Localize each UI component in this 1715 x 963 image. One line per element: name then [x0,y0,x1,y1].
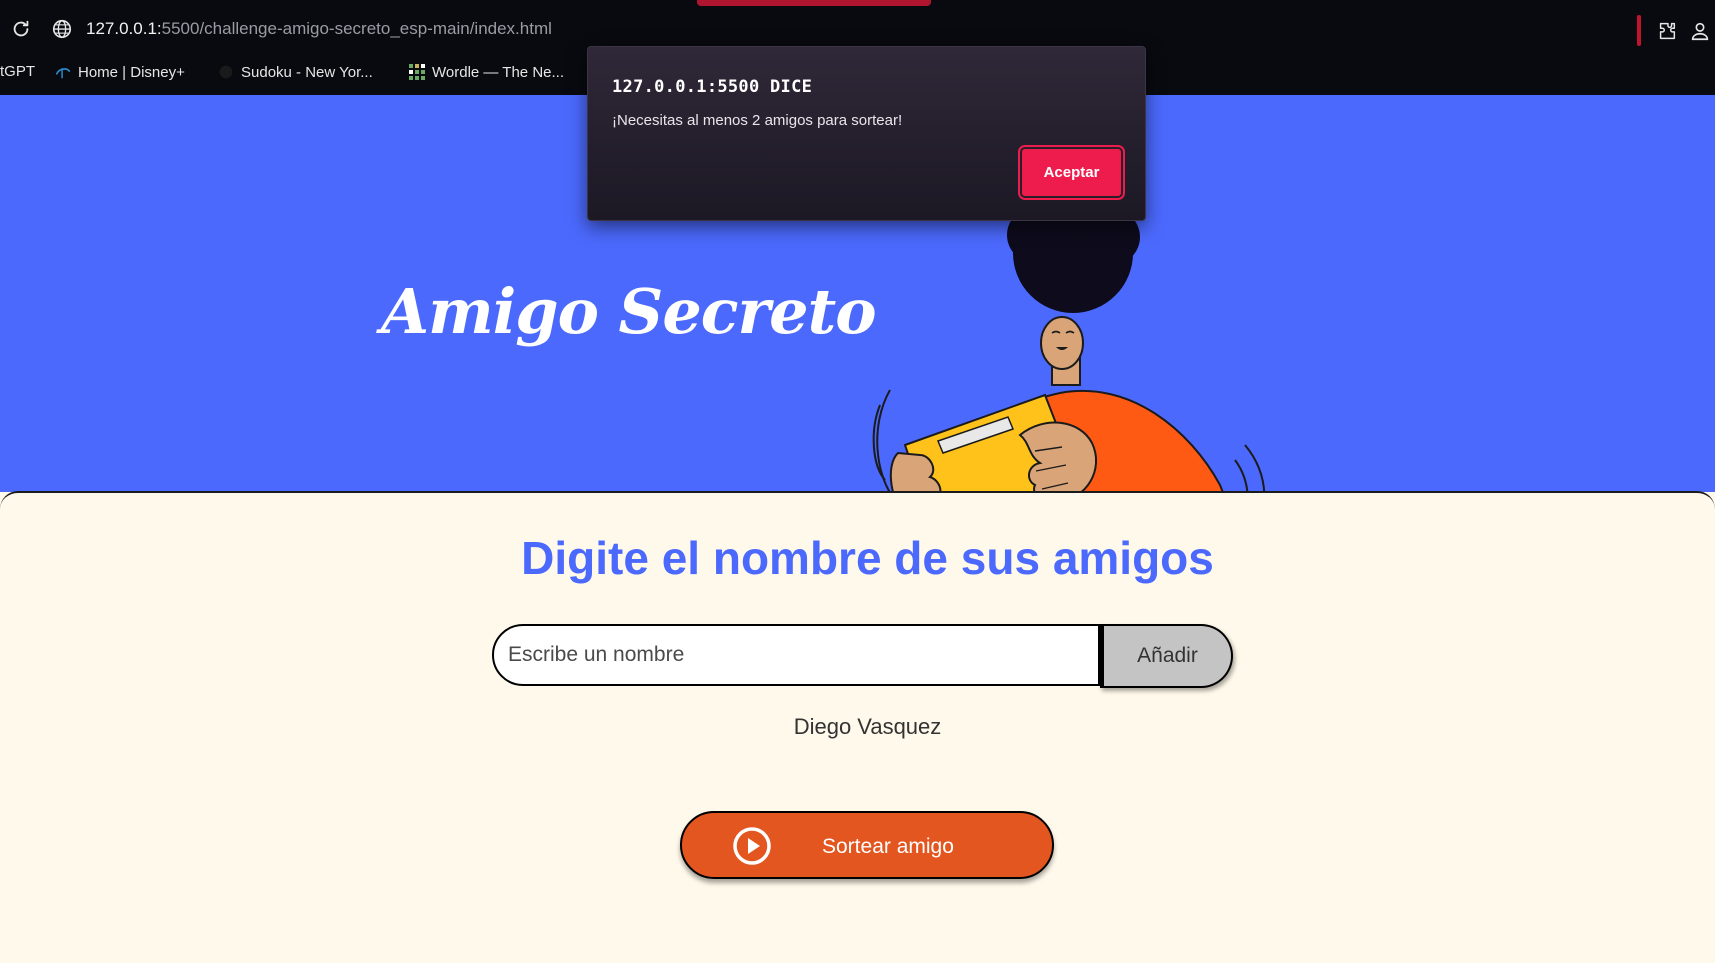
alert-dialog: 127.0.0.1:5500 DICE ¡Necesitas al menos … [587,46,1146,221]
friend-list: Diego Vasquez [0,714,1715,740]
play-icon [733,827,771,865]
accept-button[interactable]: Aceptar [1018,145,1125,200]
bookmark-label: Sudoku - New Yor... [241,63,373,81]
bookmark-label: tGPT [0,63,36,80]
extensions-puzzle-icon[interactable] [1656,20,1678,42]
friend-name-input[interactable] [492,624,1100,686]
bookmark-label: Wordle — The Ne... [432,63,564,81]
list-item: Diego Vasquez [793,714,942,739]
bookmark-chatgpt[interactable]: tGPT [0,63,35,80]
dialog-title: 127.0.0.1:5500 DICE [612,77,813,97]
site-info-icon[interactable] [51,18,73,40]
draw-friend-button[interactable]: Sortear amigo [680,811,1054,879]
bookmark-disney[interactable]: Home | Disney+ [54,63,185,81]
reload-icon[interactable] [10,18,32,40]
active-tab-indicator[interactable] [697,0,931,6]
disney-icon [55,68,71,79]
extension-indicator [1637,15,1641,46]
draw-button-label: Sortear amigo [822,835,954,858]
url-path: 5500/challenge-amigo-secreto_esp-main/in… [161,19,552,38]
add-friend-form: Añadir [492,624,1242,690]
url-host: 127.0.0.1: [86,19,162,38]
profile-icon[interactable] [1689,20,1711,42]
bookmark-label: Home | Disney+ [78,63,185,81]
add-button[interactable]: Añadir [1100,624,1233,688]
page-title: Amigo Secreto [381,275,877,348]
wordle-grid-icon [409,64,425,80]
section-title: Digite el nombre de sus amigos [521,532,1214,584]
dialog-message: ¡Necesitas al menos 2 amigos para sortea… [612,112,903,129]
address-bar[interactable]: 127.0.0.1:5500/challenge-amigo-secreto_e… [86,19,552,39]
bookmark-wordle[interactable]: Wordle — The Ne... [408,63,564,81]
bookmark-sudoku[interactable]: Sudoku - New Yor... [217,63,373,81]
nyt-icon [219,65,233,79]
main-section: Digite el nombre de sus amigos Añadir Di… [0,491,1715,963]
